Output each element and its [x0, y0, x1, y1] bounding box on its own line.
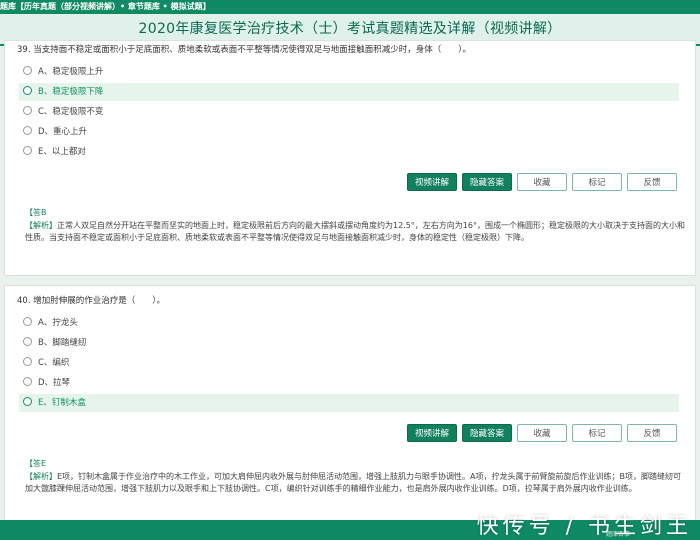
option-d[interactable]: D、重心上升 [19, 123, 679, 141]
radio-icon[interactable] [23, 126, 32, 135]
radio-icon[interactable] [23, 146, 32, 155]
answer-label: 【答B [25, 208, 47, 217]
option-label: D、拉琴 [38, 378, 71, 388]
radio-icon[interactable] [23, 397, 32, 406]
option-label: C、稳定极限不变 [38, 107, 104, 117]
question-text: 39. 当支持面不稳定或面积小于足底面积、质地柔软或表面不平整等情况使得双足与地… [17, 45, 471, 55]
video-explain-button[interactable]: 视频讲解 [407, 173, 457, 191]
favorite-button[interactable]: 收藏 [517, 424, 567, 442]
option-e[interactable]: E、钉制木盒 [19, 394, 679, 412]
explanation-tag: 【解析】 [25, 220, 57, 230]
mark-button[interactable]: 标记 [572, 424, 622, 442]
option-a[interactable]: A、拧龙头 [19, 314, 679, 332]
radio-icon[interactable] [23, 106, 32, 115]
option-label: B、脚踏缝纫 [38, 338, 87, 348]
top-nav-left: 题库 [0, 2, 16, 11]
option-e[interactable]: E、以上都对 [19, 143, 679, 161]
option-c[interactable]: C、稳定极限不变 [19, 103, 679, 121]
feedback-button[interactable]: 反馈 [627, 173, 677, 191]
favorite-button[interactable]: 收藏 [517, 173, 567, 191]
mark-button[interactable]: 标记 [572, 173, 622, 191]
option-label: E、钉制木盒 [38, 398, 86, 408]
hide-answer-button[interactable]: 隐藏答案 [462, 424, 512, 442]
question-text: 40. 增加肘伸展的作业治疗是（ ）。 [17, 296, 165, 306]
option-c[interactable]: C、编织 [19, 354, 679, 372]
top-nav-links[interactable]: 【历年真题（部分视频讲解）• 章节题库 • 模拟试题】 [16, 2, 211, 11]
option-label: E、以上都对 [38, 147, 86, 157]
option-b[interactable]: B、脚踏缝纫 [19, 334, 679, 352]
explanation-body: 【解析】E项，钉制木盒属于作业治疗中的木工作业，可加大肩伸屈内收外展与肘伸屈活动… [25, 471, 685, 496]
watermark: 快传号 / 书生剑王 [476, 514, 692, 539]
video-explain-button[interactable]: 视频讲解 [407, 424, 457, 442]
explanation-body: 【解析】正常人双足自然分开站在平整而坚实的地面上时，稳定极限前后方向的最大摆斜或… [25, 220, 685, 245]
hide-answer-button[interactable]: 隐藏答案 [462, 173, 512, 191]
top-nav-bar: 题库【历年真题（部分视频讲解）• 章节题库 • 模拟试题】 [0, 0, 700, 14]
answer-explanation: 【答B 【解析】正常人双足自然分开站在平整而坚实的地面上时，稳定极限前后方向的最… [25, 207, 685, 245]
option-label: C、编织 [38, 358, 70, 368]
radio-icon[interactable] [23, 337, 32, 346]
radio-icon[interactable] [23, 66, 32, 75]
explanation-tag: 【解析】 [25, 471, 57, 481]
option-b[interactable]: B、稳定极限下降 [19, 83, 679, 101]
answer-label: 【答E [25, 459, 47, 468]
radio-icon[interactable] [23, 377, 32, 386]
option-label: A、稳定极限上升 [38, 67, 104, 77]
radio-icon[interactable] [23, 317, 32, 326]
feedback-button[interactable]: 反馈 [627, 424, 677, 442]
option-a[interactable]: A、稳定极限上升 [19, 63, 679, 81]
radio-icon[interactable] [23, 86, 32, 95]
question-card-39: 39. 当支持面不稳定或面积小于足底面积、质地柔软或表面不平整等情况使得双足与地… [4, 40, 696, 276]
option-label: B、稳定极限下降 [38, 87, 104, 97]
option-label: A、拧龙头 [38, 318, 78, 328]
answer-explanation: 【答E 【解析】E项，钉制木盒属于作业治疗中的木工作业，可加大肩伸屈内收外展与肘… [25, 458, 685, 496]
question-card-40: 40. 增加肘伸展的作业治疗是（ ）。 A、拧龙头 B、脚踏缝纫 C、编织 D、… [4, 285, 696, 522]
explanation-text: 正常人双足自然分开站在平整而坚实的地面上时，稳定极限前后方向的最大摆斜或摆动角度… [25, 220, 685, 243]
radio-icon[interactable] [23, 357, 32, 366]
option-d[interactable]: D、拉琴 [19, 374, 679, 392]
explanation-text: E项，钉制木盒属于作业治疗中的木工作业，可加大肩伸屈内收外展与肘伸屈活动范围，增… [25, 471, 682, 494]
option-label: D、重心上升 [38, 127, 88, 137]
